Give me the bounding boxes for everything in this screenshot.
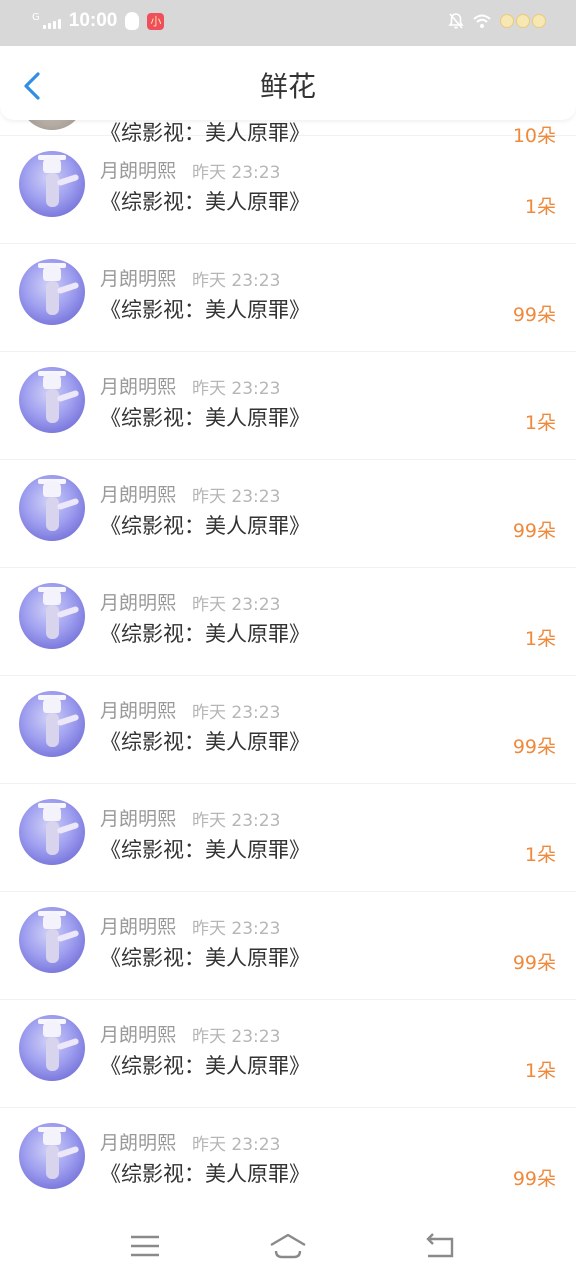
book-title: 《综影视：美人原罪》 [100, 946, 310, 970]
flower-count: 99朵 [512, 736, 556, 758]
flower-count: 99朵 [512, 1168, 556, 1190]
network-type-label: G [32, 12, 40, 23]
menu-button[interactable] [125, 1231, 165, 1261]
status-bar: G 10:00 小 [0, 0, 576, 46]
username: 月朗明熙 [100, 808, 177, 830]
avatar [19, 907, 85, 973]
avatar [19, 259, 85, 325]
avatar [19, 1015, 85, 1081]
username: 月朗明熙 [100, 916, 177, 938]
list-item[interactable]: 月朗明熙 昨天 23:23 《综影视：美人原罪》 1朵 [0, 568, 576, 676]
app-badge-icon: 小 [147, 12, 165, 30]
timestamp: 昨天 23:23 [192, 271, 281, 291]
username: 月朗明熙 [100, 268, 177, 290]
home-icon [270, 1233, 306, 1259]
avatar [19, 691, 85, 757]
list-item[interactable]: 月朗明熙 昨天 23:23 《综影视：美人原罪》 1朵 [0, 784, 576, 892]
book-title: 《综影视：美人原罪》 [100, 622, 310, 646]
list-item[interactable]: 月朗明熙 昨天 23:23 《综影视：美人原罪》 1朵 [0, 136, 576, 244]
username: 月朗明熙 [100, 160, 177, 182]
list-item[interactable]: 月朗明熙 昨天 23:23 《综影视：美人原罪》 1朵 [0, 352, 576, 460]
timestamp: 昨天 23:23 [192, 163, 281, 183]
book-title: 《综影视：美人原罪》 [100, 730, 310, 754]
status-left: G 10:00 小 [32, 10, 165, 32]
qq-icon [125, 12, 140, 30]
timestamp: 昨天 23:23 [192, 919, 281, 939]
flower-count: 1朵 [524, 1060, 556, 1082]
signal-icon: G [32, 13, 61, 29]
flower-count: 99朵 [512, 304, 556, 326]
username: 月朗明熙 [100, 484, 177, 506]
list-item[interactable]: 月朗明熙 昨天 23:23 《综影视：美人原罪》 99朵 [0, 892, 576, 1000]
return-button[interactable] [420, 1231, 460, 1261]
username: 月朗明熙 [100, 700, 177, 722]
avatar [19, 799, 85, 865]
avatar [19, 367, 85, 433]
timestamp: 昨天 23:23 [192, 379, 281, 399]
timestamp: 昨天 23:23 [192, 1027, 281, 1047]
flower-list-rows: 《综影视：美人原罪》 10朵 月朗明熙 昨天 23:23 《综影视：美人原罪》 … [0, 105, 576, 1213]
status-time: 10:00 [68, 10, 118, 31]
home-button[interactable] [268, 1231, 308, 1261]
return-icon [426, 1233, 454, 1258]
list-item[interactable]: 月朗明熙 昨天 23:23 《综影视：美人原罪》 1朵 [0, 1000, 576, 1108]
book-title: 《综影视：美人原罪》 [100, 514, 310, 538]
screen: G 10:00 小 鲜花 《综影视：美人原罪》 10朵 月朗明熙 昨天 23:2… [0, 0, 576, 1280]
timestamp: 昨天 23:23 [192, 595, 281, 615]
book-title: 《综影视：美人原罪》 [100, 190, 310, 214]
avatar [19, 475, 85, 541]
list-item[interactable]: 月朗明熙 昨天 23:23 《综影视：美人原罪》 99朵 [0, 244, 576, 352]
flower-count: 99朵 [512, 952, 556, 974]
timestamp: 昨天 23:23 [192, 1135, 281, 1155]
book-title: 《综影视：美人原罪》 [100, 1162, 310, 1186]
list-item[interactable]: 月朗明熙 昨天 23:23 《综影视：美人原罪》 99朵 [0, 676, 576, 784]
system-nav-bar [0, 1213, 576, 1280]
flower-count: 99朵 [512, 520, 556, 542]
book-title: 《综影视：美人原罪》 [100, 838, 310, 862]
flower-count: 1朵 [524, 196, 556, 218]
flower-count: 1朵 [524, 412, 556, 434]
avatar [19, 583, 85, 649]
timestamp: 昨天 23:23 [192, 487, 281, 507]
timestamp: 昨天 23:23 [192, 703, 281, 723]
menu-icon [131, 1235, 159, 1257]
avatar [19, 1123, 85, 1189]
header: 鲜花 [0, 46, 576, 120]
status-right [448, 12, 546, 30]
username: 月朗明熙 [100, 1132, 177, 1154]
page-title: 鲜花 [259, 70, 316, 103]
book-title: 《综影视：美人原罪》 [100, 406, 310, 430]
flower-count: 1朵 [524, 628, 556, 650]
avatar [19, 151, 85, 217]
bell-muted-icon [448, 13, 464, 29]
username: 月朗明熙 [100, 592, 177, 614]
username: 月朗明熙 [100, 1024, 177, 1046]
flower-status-icons [500, 14, 546, 28]
list-item[interactable]: 月朗明熙 昨天 23:23 《综影视：美人原罪》 99朵 [0, 1108, 576, 1213]
timestamp: 昨天 23:23 [192, 811, 281, 831]
flower-list: 《综影视：美人原罪》 10朵 月朗明熙 昨天 23:23 《综影视：美人原罪》 … [0, 105, 576, 1213]
book-title: 《综影视：美人原罪》 [100, 1054, 310, 1078]
list-item[interactable]: 月朗明熙 昨天 23:23 《综影视：美人原罪》 99朵 [0, 460, 576, 568]
flower-count: 1朵 [524, 844, 556, 866]
book-title: 《综影视：美人原罪》 [100, 298, 310, 322]
wifi-icon [473, 14, 491, 28]
username: 月朗明熙 [100, 376, 177, 398]
